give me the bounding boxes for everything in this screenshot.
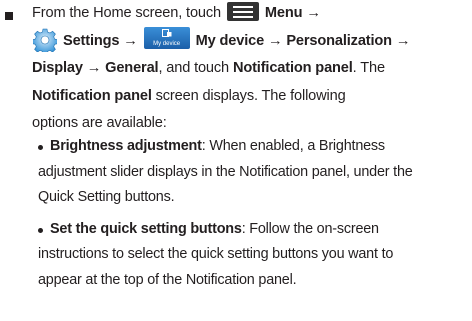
square-bullet bbox=[5, 12, 13, 20]
step-line-4: Notification panel screen displays. The … bbox=[32, 83, 472, 111]
step-text-fragment: screen displays. The following bbox=[155, 87, 346, 104]
gear-icon bbox=[33, 28, 57, 52]
option-line: appear at the top of the Notification pa… bbox=[38, 271, 297, 288]
step-text-fragment: . The bbox=[352, 60, 385, 76]
general-label: General bbox=[105, 60, 159, 76]
my-device-icon: My device bbox=[143, 26, 190, 49]
device-glyph-icon bbox=[161, 28, 172, 37]
option-text: : When enabled, a Brightness bbox=[201, 138, 385, 154]
notification-panel-label: Notification panel bbox=[32, 87, 152, 104]
option-line: Set the quick setting buttons: Follow th… bbox=[38, 217, 468, 243]
round-bullet bbox=[38, 145, 43, 150]
round-bullet bbox=[38, 227, 43, 233]
option-line: instructions to select the quick setting… bbox=[38, 246, 394, 262]
arrow: → bbox=[123, 32, 138, 49]
step-intro: From the Home screen, touch bbox=[32, 5, 221, 21]
arrow: → bbox=[306, 5, 321, 21]
my-device-label: My device bbox=[195, 32, 265, 49]
instruction-step: From the Home screen, touch Menu → Setti… bbox=[0, 0, 472, 321]
display-label: Display bbox=[32, 60, 83, 76]
step-text: From the Home screen, touch Menu → Setti… bbox=[32, 0, 472, 138]
option-text: : Follow the on-screen bbox=[241, 220, 379, 237]
arrow: → bbox=[267, 32, 283, 49]
arrow: → bbox=[395, 32, 411, 49]
option-title: Set the quick setting buttons bbox=[50, 220, 242, 237]
personalization-label: Personalization bbox=[286, 32, 392, 49]
option-title: Brightness adjustment bbox=[50, 138, 202, 154]
step-line-3: Display → General, and touch Notificatio… bbox=[32, 55, 472, 83]
my-device-icon-caption: My device bbox=[153, 40, 181, 47]
step-line-1: From the Home screen, touch Menu → bbox=[32, 0, 472, 28]
arrow: → bbox=[86, 60, 102, 76]
option-line: Brightness adjustment: When enabled, a B… bbox=[38, 134, 468, 160]
menu-label: Menu bbox=[264, 5, 303, 21]
options-list: Brightness adjustment: When enabled, a B… bbox=[38, 134, 468, 299]
option-line: adjustment slider displays in the Notifi… bbox=[38, 163, 413, 180]
settings-label: Settings bbox=[63, 32, 120, 49]
step-text-fragment: , and touch bbox=[158, 60, 230, 76]
option-item: Brightness adjustment: When enabled, a B… bbox=[38, 134, 468, 211]
menu-icon bbox=[226, 1, 259, 21]
notification-panel-label: Notification panel bbox=[232, 60, 353, 76]
option-item: Set the quick setting buttons: Follow th… bbox=[38, 217, 468, 294]
option-line: Quick Setting buttons. bbox=[38, 189, 175, 205]
step-line-2: Settings → My device My device → Persona… bbox=[32, 26, 472, 56]
